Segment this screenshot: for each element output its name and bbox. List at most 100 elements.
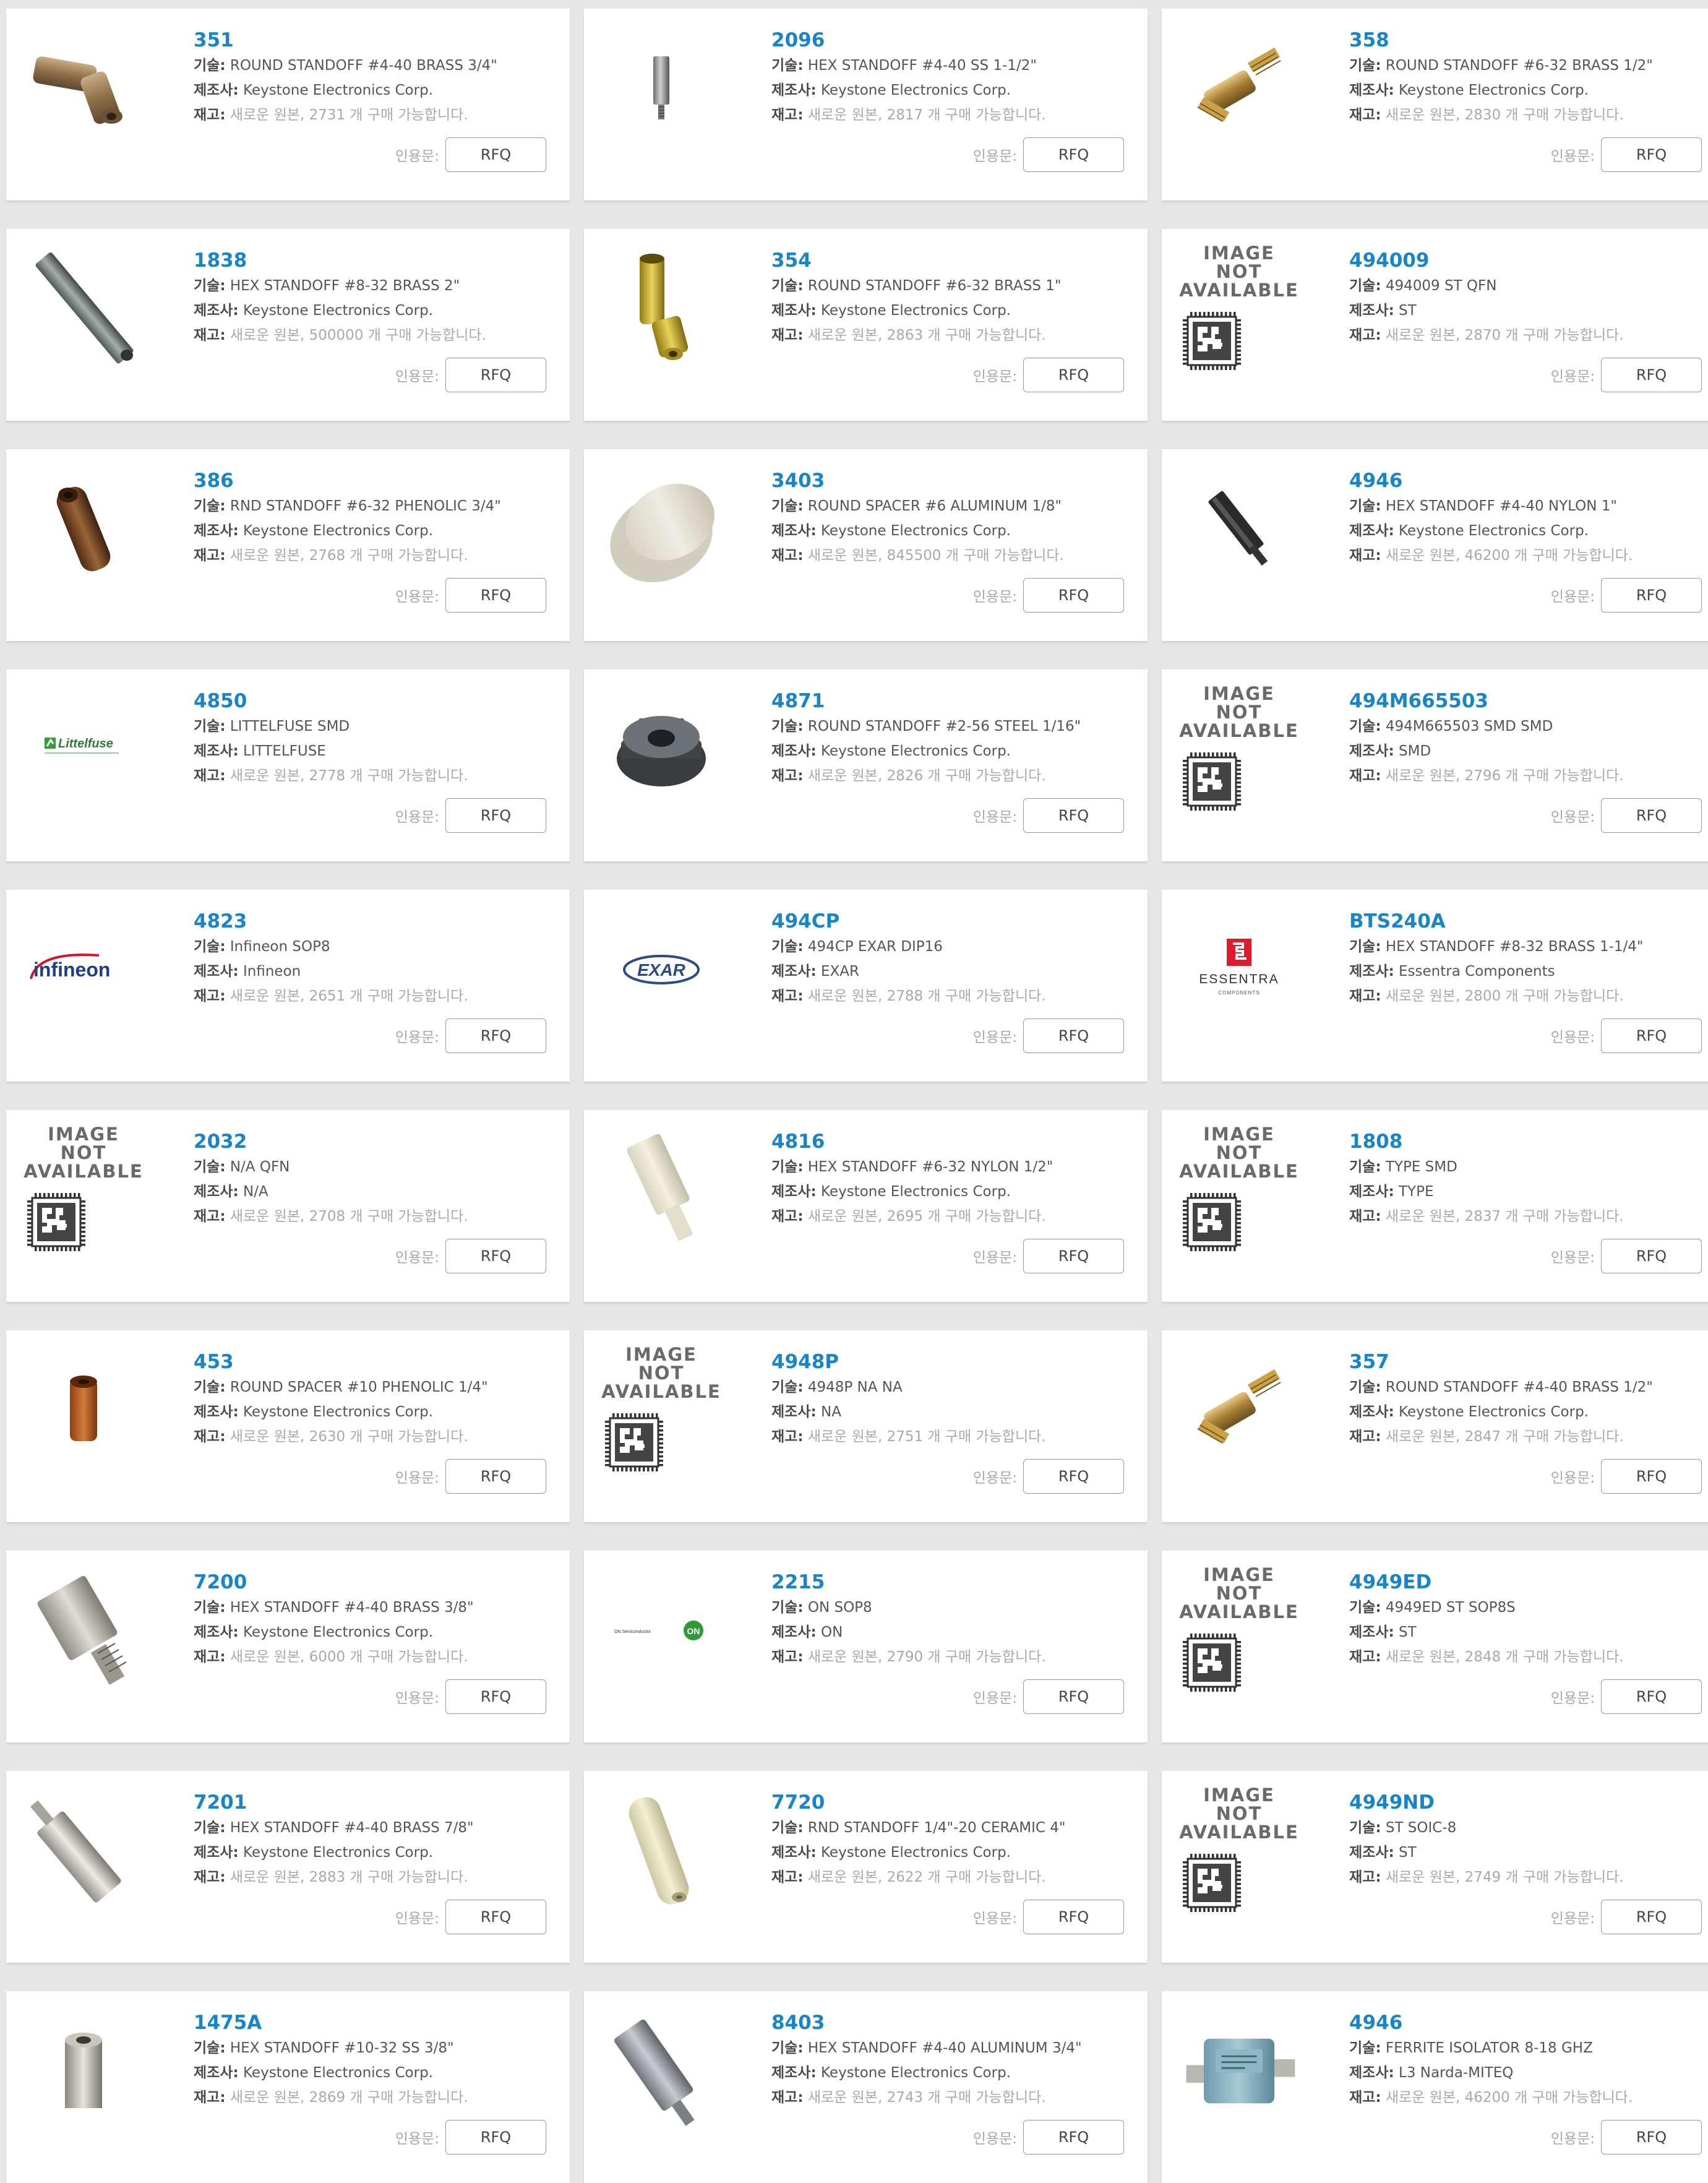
brass-swivel-standoff-image[interactable]: [25, 30, 142, 147]
ceramic-standoff-image[interactable]: [603, 1792, 720, 1910]
long-gray-hex-standoff-image[interactable]: [25, 250, 142, 368]
manufacturer-row: 제조사: Keystone Electronics Corp.: [1349, 78, 1707, 103]
part-number-link[interactable]: 4948P: [771, 1349, 1129, 1375]
stock-label: 재고:: [771, 1649, 804, 1665]
part-number-link[interactable]: 357: [1349, 1349, 1707, 1375]
steel-nut-image[interactable]: [603, 691, 720, 808]
part-number-link[interactable]: 4949ED: [1349, 1569, 1707, 1595]
part-number-link[interactable]: 4850: [194, 688, 551, 714]
part-number-link[interactable]: 4946: [1349, 2010, 1707, 2036]
on-semi-logo-image[interactable]: ON Semiconductor ON: [603, 1572, 720, 1689]
description-row: 기술: HEX STANDOFF #4-40 SS 1-1/2": [771, 53, 1129, 78]
brass-threaded-standoff-image[interactable]: [1180, 30, 1298, 147]
rfq-button[interactable]: RFQ: [1601, 358, 1702, 392]
stock-row: 재고: 새로운 원본, 500000 개 구매 가능합니다.: [194, 323, 551, 348]
image-not-available-image[interactable]: IMAGE NOT AVAILABLE: [1179, 1565, 1298, 1692]
quote-group: 인용문: RFQ: [973, 1679, 1124, 1714]
part-number-link[interactable]: 4871: [771, 688, 1129, 714]
rfq-button[interactable]: RFQ: [1023, 358, 1124, 392]
rfq-button[interactable]: RFQ: [1023, 1459, 1124, 1494]
essentra-logo-image[interactable]: ESSENTRA COMPONENTS: [1180, 911, 1298, 1028]
rfq-button[interactable]: RFQ: [445, 1239, 546, 1273]
rfq-button[interactable]: RFQ: [445, 358, 546, 392]
aluminum-hex-standoff-image[interactable]: [603, 2012, 720, 2130]
part-number-link[interactable]: 4823: [194, 908, 551, 934]
part-number-link[interactable]: 1808: [1349, 1129, 1707, 1155]
orange-phenolic-spacer-image[interactable]: [25, 1351, 142, 1469]
rfq-button[interactable]: RFQ: [445, 1018, 546, 1053]
part-number-link[interactable]: 351: [194, 27, 551, 53]
round-aluminum-spacer-image[interactable]: [603, 470, 720, 588]
part-number-link[interactable]: 1838: [194, 248, 551, 273]
rfq-button[interactable]: RFQ: [445, 798, 546, 833]
image-not-available-image[interactable]: IMAGE NOT AVAILABLE: [1179, 1125, 1298, 1251]
part-number-link[interactable]: 354: [771, 248, 1129, 273]
rfq-button[interactable]: RFQ: [1601, 1900, 1702, 1934]
rfq-button[interactable]: RFQ: [445, 1459, 546, 1494]
product-card-358: 358 기술: ROUND STANDOFF #6-32 BRASS 1/2" …: [1162, 9, 1708, 200]
part-number-link[interactable]: 3403: [771, 468, 1129, 494]
part-number-link[interactable]: 358: [1349, 27, 1707, 53]
rfq-button[interactable]: RFQ: [1023, 2120, 1124, 2155]
rfq-button[interactable]: RFQ: [1023, 798, 1124, 833]
small-hex-coupler-image[interactable]: [25, 2012, 142, 2130]
rfq-button[interactable]: RFQ: [1601, 1679, 1702, 1714]
manufacturer-value: Keystone Electronics Corp.: [243, 1624, 433, 1640]
rfq-button[interactable]: RFQ: [1023, 137, 1124, 172]
gold-brass-standoff-image[interactable]: [603, 250, 720, 368]
image-not-available-image[interactable]: IMAGE NOT AVAILABLE: [1179, 1786, 1298, 1912]
rfq-button[interactable]: RFQ: [1601, 2120, 1702, 2155]
rfq-button[interactable]: RFQ: [445, 1679, 546, 1714]
part-number-link[interactable]: 494CP: [771, 908, 1129, 934]
part-number-link[interactable]: 453: [194, 1349, 551, 1375]
silver-hex-standoff-image[interactable]: [25, 1792, 142, 1910]
rfq-button[interactable]: RFQ: [1023, 1679, 1124, 1714]
rfq-button[interactable]: RFQ: [445, 1900, 546, 1934]
part-number-link[interactable]: 4816: [771, 1129, 1129, 1155]
product-info: 4816 기술: HEX STANDOFF #6-32 NYLON 1/2" 제…: [771, 1129, 1129, 1229]
brown-phenolic-standoff-image[interactable]: [25, 470, 142, 588]
part-number-link[interactable]: 386: [194, 468, 551, 494]
exar-logo-image[interactable]: EXAR: [603, 911, 720, 1028]
rfq-button[interactable]: RFQ: [1601, 1459, 1702, 1494]
image-not-available-image[interactable]: IMAGE NOT AVAILABLE: [24, 1125, 142, 1251]
part-number-link[interactable]: 4949ND: [1349, 1789, 1707, 1815]
small-steel-standoff-image[interactable]: [603, 30, 720, 147]
black-nylon-standoff-image[interactable]: [1180, 470, 1298, 588]
part-number-link[interactable]: 2032: [194, 1129, 551, 1155]
part-number-link[interactable]: 2215: [771, 1569, 1129, 1595]
brass-threaded-standoff-image[interactable]: [1180, 1351, 1298, 1469]
image-not-available-image[interactable]: IMAGE NOT AVAILABLE: [601, 1345, 720, 1471]
rfq-button[interactable]: RFQ: [1601, 137, 1702, 172]
littelfuse-logo-image[interactable]: Littelfuse: [25, 691, 142, 808]
rfq-button[interactable]: RFQ: [1023, 1239, 1124, 1273]
part-number-link[interactable]: 4946: [1349, 468, 1707, 494]
part-number-link[interactable]: 1475A: [194, 2010, 551, 2036]
description-row: 기술: LITTELFUSE SMD: [194, 714, 551, 739]
white-nylon-standoff-image[interactable]: [603, 1131, 720, 1249]
rfq-button[interactable]: RFQ: [445, 578, 546, 613]
image-not-available-image[interactable]: IMAGE NOT AVAILABLE: [1179, 684, 1298, 811]
rfq-button[interactable]: RFQ: [1601, 1239, 1702, 1273]
short-hex-standoff-image[interactable]: [25, 1572, 142, 1689]
rfq-button[interactable]: RFQ: [1023, 1018, 1124, 1053]
part-number-link[interactable]: 8403: [771, 2010, 1129, 2036]
part-number-link[interactable]: 2096: [771, 27, 1129, 53]
rfq-button[interactable]: RFQ: [1601, 578, 1702, 613]
rfq-button[interactable]: RFQ: [1601, 798, 1702, 833]
part-number-link[interactable]: 7201: [194, 1789, 551, 1815]
rfq-button[interactable]: RFQ: [1023, 1900, 1124, 1934]
rfq-button[interactable]: RFQ: [1601, 1018, 1702, 1053]
rfq-button[interactable]: RFQ: [445, 2120, 546, 2155]
infineon-logo-image[interactable]: infineon: [25, 911, 142, 1028]
rfq-button[interactable]: RFQ: [445, 137, 546, 172]
rfq-button[interactable]: RFQ: [1023, 578, 1124, 613]
stock-value: 새로운 원본, 2768 개 구매 가능합니다.: [230, 548, 468, 564]
image-not-available-image[interactable]: IMAGE NOT AVAILABLE: [1179, 244, 1298, 370]
part-number-link[interactable]: 7200: [194, 1569, 551, 1595]
part-number-link[interactable]: 494M665503: [1349, 688, 1707, 714]
ferrite-isolator-image[interactable]: [1180, 2012, 1298, 2130]
part-number-link[interactable]: BTS240A: [1349, 908, 1707, 934]
part-number-link[interactable]: 7720: [771, 1789, 1129, 1815]
part-number-link[interactable]: 494009: [1349, 248, 1707, 273]
